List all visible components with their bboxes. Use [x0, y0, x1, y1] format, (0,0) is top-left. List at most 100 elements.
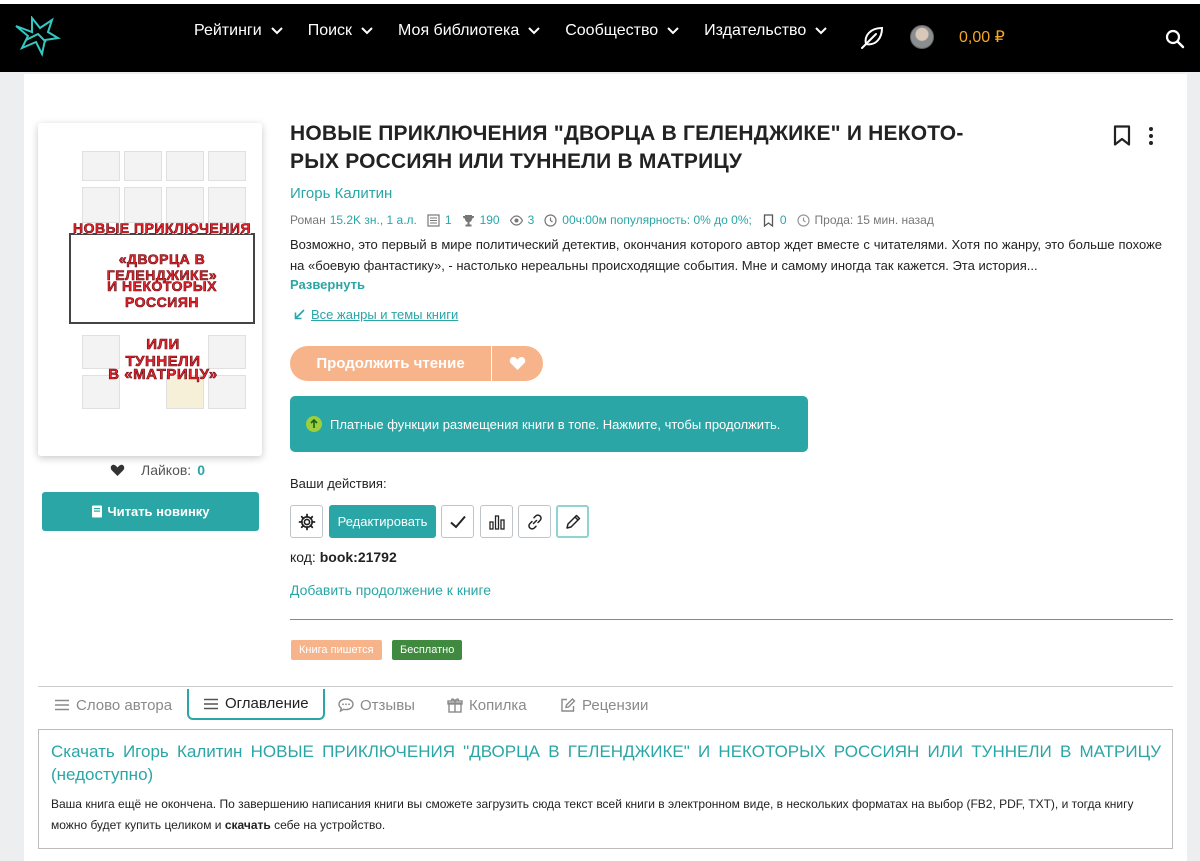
cover-doc	[166, 151, 204, 181]
arrow-up-icon	[306, 416, 322, 432]
download-section: Скачать Игорь Калитин НОВЫЕ ПРИКЛЮЧЕНИЯ …	[38, 729, 1173, 849]
meta-bookmarks: 0	[779, 213, 787, 227]
nav-publishing-label: Издательство	[704, 22, 807, 39]
feather-write-icon[interactable]	[858, 24, 886, 52]
nav-search-label: Поиск	[307, 22, 353, 39]
cover-title-line: ИЛИ ТУННЕЛИ	[125, 336, 201, 371]
book-cover[interactable]: НОВЫЕ ПРИКЛЮЧЕНИЯ «ДВОРЦА В ГЕЛЕНДЖИКЕ» …	[38, 123, 262, 456]
meta-sale: Продa: 15 мин. назад	[814, 213, 934, 227]
mark-done-button[interactable]	[441, 505, 474, 538]
tab-contents-label: Оглавление	[225, 695, 309, 712]
your-actions-label: Ваши действия:	[290, 476, 387, 491]
checkmark-icon	[449, 515, 466, 528]
all-genres-link[interactable]: Все жанры и темы книги	[294, 307, 458, 322]
user-avatar[interactable]	[910, 25, 934, 49]
write-button[interactable]	[556, 505, 589, 538]
settings-button[interactable]	[290, 505, 323, 538]
tab-reviews[interactable]: Отзывы	[338, 690, 415, 720]
author-link[interactable]: Игорь Калитин	[290, 185, 392, 202]
tab-reviews-label: Отзывы	[360, 696, 415, 714]
nav-community[interactable]: Сообщество	[565, 22, 680, 40]
trophy-icon	[462, 214, 474, 226]
promo-banner[interactable]: Платные функции размещения книги в топе.…	[290, 396, 808, 452]
tab-author-word-label: Слово автора	[76, 696, 173, 714]
likes-count: 0	[197, 462, 205, 478]
read-new-button[interactable]: Читать новинку	[42, 492, 259, 531]
link-icon	[527, 513, 542, 530]
clock-icon	[544, 213, 557, 227]
comment-icon	[338, 698, 354, 713]
meta-views: 3	[527, 213, 535, 227]
book-meta: Роман 15.2K зн., 1 а.л. 1 190 3 00ч:00м …	[290, 213, 934, 227]
tab-critiques[interactable]: Рецензии	[560, 690, 648, 720]
chevron-down-icon	[361, 27, 373, 35]
meta-popularity: 00ч:00м популярность: 0% до 0%;	[562, 213, 752, 227]
heart-icon	[509, 356, 526, 370]
download-text-before: Ваша книга ещё не окончена. По завершени…	[51, 797, 1134, 832]
nav-publishing[interactable]: Издательство	[704, 22, 828, 40]
cover-doc	[208, 151, 246, 181]
meta-parts: 1	[444, 213, 452, 227]
cover-doc	[124, 151, 162, 181]
edit-button[interactable]: Редактировать	[329, 505, 436, 538]
add-to-favorites-button[interactable]	[492, 346, 543, 381]
likes-label: Лайков:	[141, 462, 192, 478]
code-value: book:21792	[319, 549, 397, 565]
code-label: код:	[290, 549, 316, 565]
tab-piggybank[interactable]: Копилка	[447, 690, 527, 720]
menu-lines-icon	[204, 698, 218, 709]
meta-size[interactable]: 15.2K зн., 1 а.л.	[330, 213, 417, 227]
tab-piggybank-label: Копилка	[469, 696, 527, 714]
nav-my-library[interactable]: Моя библиотека	[398, 22, 541, 40]
statistics-button[interactable]	[480, 505, 513, 538]
cover-doc	[208, 187, 246, 223]
book-annotation: Возможно, это первый в мире политический…	[290, 237, 1162, 273]
tab-critiques-label: Рецензии	[582, 696, 649, 714]
tab-contents[interactable]: Оглавление	[187, 689, 325, 720]
chevron-down-icon	[528, 27, 540, 35]
more-vertical-icon[interactable]	[1145, 126, 1157, 146]
promo-text: Платные функции размещения книги в топе.…	[330, 416, 781, 432]
cover-title-line: И НЕКОТОРЫХ РОССИЯН	[107, 278, 217, 311]
bar-chart-icon	[488, 514, 505, 530]
gear-icon	[298, 513, 315, 530]
views-eye-icon	[509, 214, 523, 226]
search-icon[interactable]	[1165, 29, 1185, 49]
bookmark-small-icon	[763, 213, 773, 227]
site-logo-icon[interactable]	[12, 16, 62, 58]
cover-doc	[166, 187, 204, 223]
top-strip	[0, 0, 1200, 4]
continue-reading-button[interactable]: Продолжить чтение	[290, 346, 491, 381]
expand-link[interactable]: Развернуть	[290, 277, 365, 292]
cover-doc	[124, 187, 162, 223]
edit-square-icon	[561, 698, 576, 712]
menu-lines-icon	[55, 699, 69, 711]
download-text-after: себе на устройство.	[270, 818, 386, 832]
add-continuation-link[interactable]: Добавить продолжение к книге	[290, 582, 491, 598]
download-title[interactable]: Скачать Игорь Калитин НОВЫЕ ПРИКЛЮЧЕНИЯ …	[51, 740, 1161, 786]
sale-clock-icon	[796, 213, 810, 227]
status-badge-free: Бесплатно	[392, 640, 463, 660]
read-new-label: Читать новинку	[107, 504, 210, 519]
chevron-down-icon	[270, 27, 283, 35]
gift-icon	[447, 698, 463, 713]
copy-link-button[interactable]	[518, 505, 551, 538]
nav-community-label: Сообщество	[565, 22, 659, 39]
divider	[290, 619, 1173, 620]
top-navigation-bar: Рейтинги Поиск Моя библиотека Сообщество…	[0, 0, 1200, 72]
parts-list-icon	[427, 213, 440, 227]
download-description: Ваша книга ещё не окончена. По завершени…	[51, 794, 1163, 836]
nav-my-library-label: Моя библиотека	[398, 22, 520, 39]
download-text-bold: скачать	[224, 818, 271, 832]
chevron-down-icon	[815, 27, 827, 35]
nav-search[interactable]: Поиск	[308, 22, 374, 40]
nav-ratings[interactable]: Рейтинги	[194, 22, 284, 40]
cover-doc	[82, 151, 120, 181]
likes-counter[interactable]: Лайков: 0	[110, 462, 205, 478]
bookmark-icon[interactable]	[1113, 125, 1131, 146]
balance-amount[interactable]: 0,00 ₽	[959, 27, 1005, 47]
tab-author-word[interactable]: Слово автора	[54, 690, 172, 720]
main-nav: Рейтинги Поиск Моя библиотека Сообщество…	[194, 22, 852, 40]
chevron-down-icon	[667, 27, 679, 35]
cover-title-line: В «МАТРИЦУ»	[108, 366, 218, 384]
